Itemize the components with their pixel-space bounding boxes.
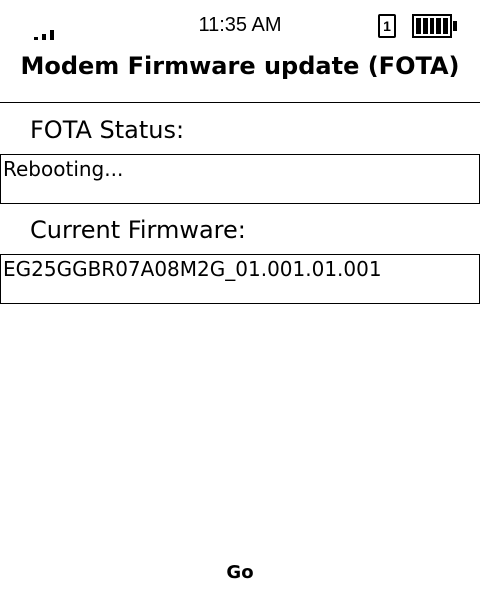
clock: 11:35 AM [198,14,282,36]
header-divider [0,102,480,103]
go-softkey[interactable]: Go [0,562,480,583]
fota-status-label: FOTA Status: [30,116,185,144]
sim-slot-icon: 1 [378,14,396,38]
current-firmware-field: EG25GGBR07A08M2G_01.001.01.001 [0,254,480,304]
page-title: Modem Firmware update (FOTA) [20,52,460,80]
current-firmware-label: Current Firmware: [30,216,246,244]
battery-full-icon [412,14,457,38]
status-bar: 11:35 AM 1 [0,0,480,50]
fota-status-field: Rebooting... [0,154,480,204]
